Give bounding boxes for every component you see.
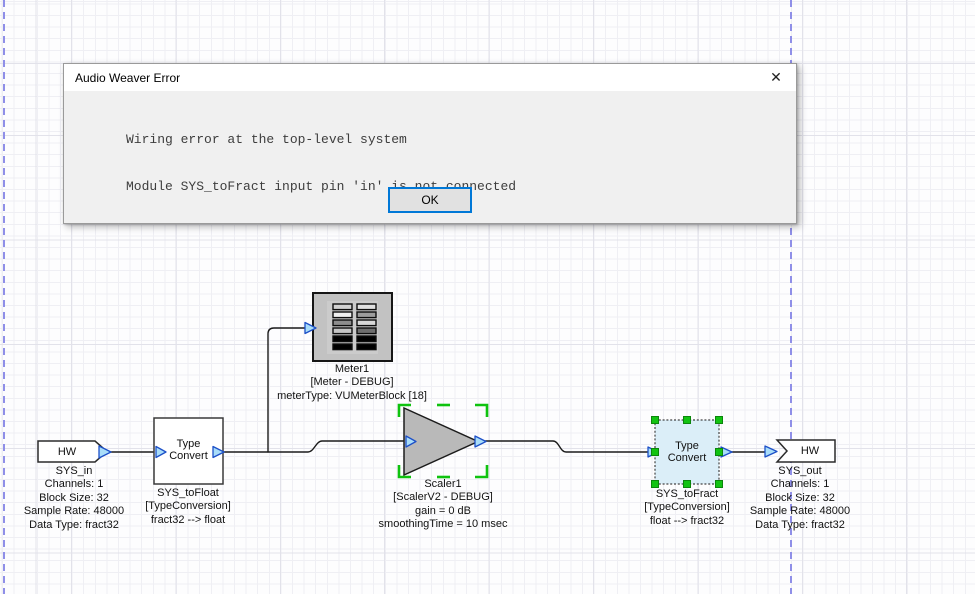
- module-type-label: [Meter - DEBUG]: [242, 376, 462, 389]
- module-name-label: SYS_toFloat: [98, 487, 278, 500]
- pin-sys-in-out[interactable]: [99, 446, 111, 458]
- sys-out-box-label: HW: [787, 445, 833, 457]
- meter1-caption: Meter1 [Meter - DEBUG] meterType: VUMete…: [242, 363, 462, 403]
- samplerate-label: Sample Rate: 48000: [710, 505, 890, 518]
- gain-label: gain = 0 dB: [333, 505, 553, 518]
- convert-label: Convert: [154, 450, 223, 462]
- scaler1-caption: Scaler1 [ScalerV2 - DEBUG] gain = 0 dB s…: [333, 478, 553, 532]
- dialog-title: Audio Weaver Error: [64, 71, 180, 85]
- ok-button[interactable]: OK: [388, 187, 472, 213]
- type-label: Type: [154, 438, 223, 450]
- type-label: Type: [655, 440, 719, 452]
- convert-label: Convert: [655, 452, 719, 464]
- blocksize-label: Block Size: 32: [710, 492, 890, 505]
- module-name-label: Scaler1: [333, 478, 553, 491]
- sys-out-caption: SYS_out Channels: 1 Block Size: 32 Sampl…: [710, 465, 890, 532]
- module-name-label: SYS_out: [710, 465, 890, 478]
- module-type-label: [TypeConversion]: [98, 500, 278, 513]
- datatype-label: Data Type: fract32: [710, 519, 890, 532]
- dialog-titlebar[interactable]: Audio Weaver Error ✕: [64, 64, 796, 91]
- module-name-label: SYS_in: [0, 465, 164, 478]
- wire-scaler-to-sysfract[interactable]: [483, 441, 651, 452]
- designer-canvas[interactable]: HW HW Type Convert Type Convert SYS_in C…: [0, 0, 975, 594]
- close-icon[interactable]: ✕: [762, 65, 790, 89]
- module-meter1[interactable]: [313, 293, 392, 361]
- conversion-label: fract32 --> float: [98, 514, 278, 527]
- metertype-label: meterType: VUMeterBlock [18]: [242, 390, 462, 403]
- wire-sysfloat-to-scaler[interactable]: [222, 441, 406, 452]
- sys-in-box-label: HW: [38, 446, 96, 458]
- module-type-label: [ScalerV2 - DEBUG]: [333, 491, 553, 504]
- module-name-label: Meter1: [242, 363, 462, 376]
- channels-label: Channels: 1: [710, 478, 890, 491]
- sys-to-float-box-label: Type Convert: [154, 438, 223, 462]
- pin-sys-out-in[interactable]: [765, 446, 777, 457]
- pin-scaler1-out[interactable]: [475, 436, 486, 447]
- smoothing-label: smoothingTime = 10 msec: [333, 518, 553, 531]
- error-message-line: Wiring error at the top-level system: [126, 132, 516, 148]
- sys-to-float-caption: SYS_toFloat [TypeConversion] fract32 -->…: [98, 487, 278, 527]
- sys-to-fract-box-label: Type Convert: [655, 440, 719, 464]
- error-dialog: Audio Weaver Error ✕ Wiring error at the…: [63, 63, 797, 224]
